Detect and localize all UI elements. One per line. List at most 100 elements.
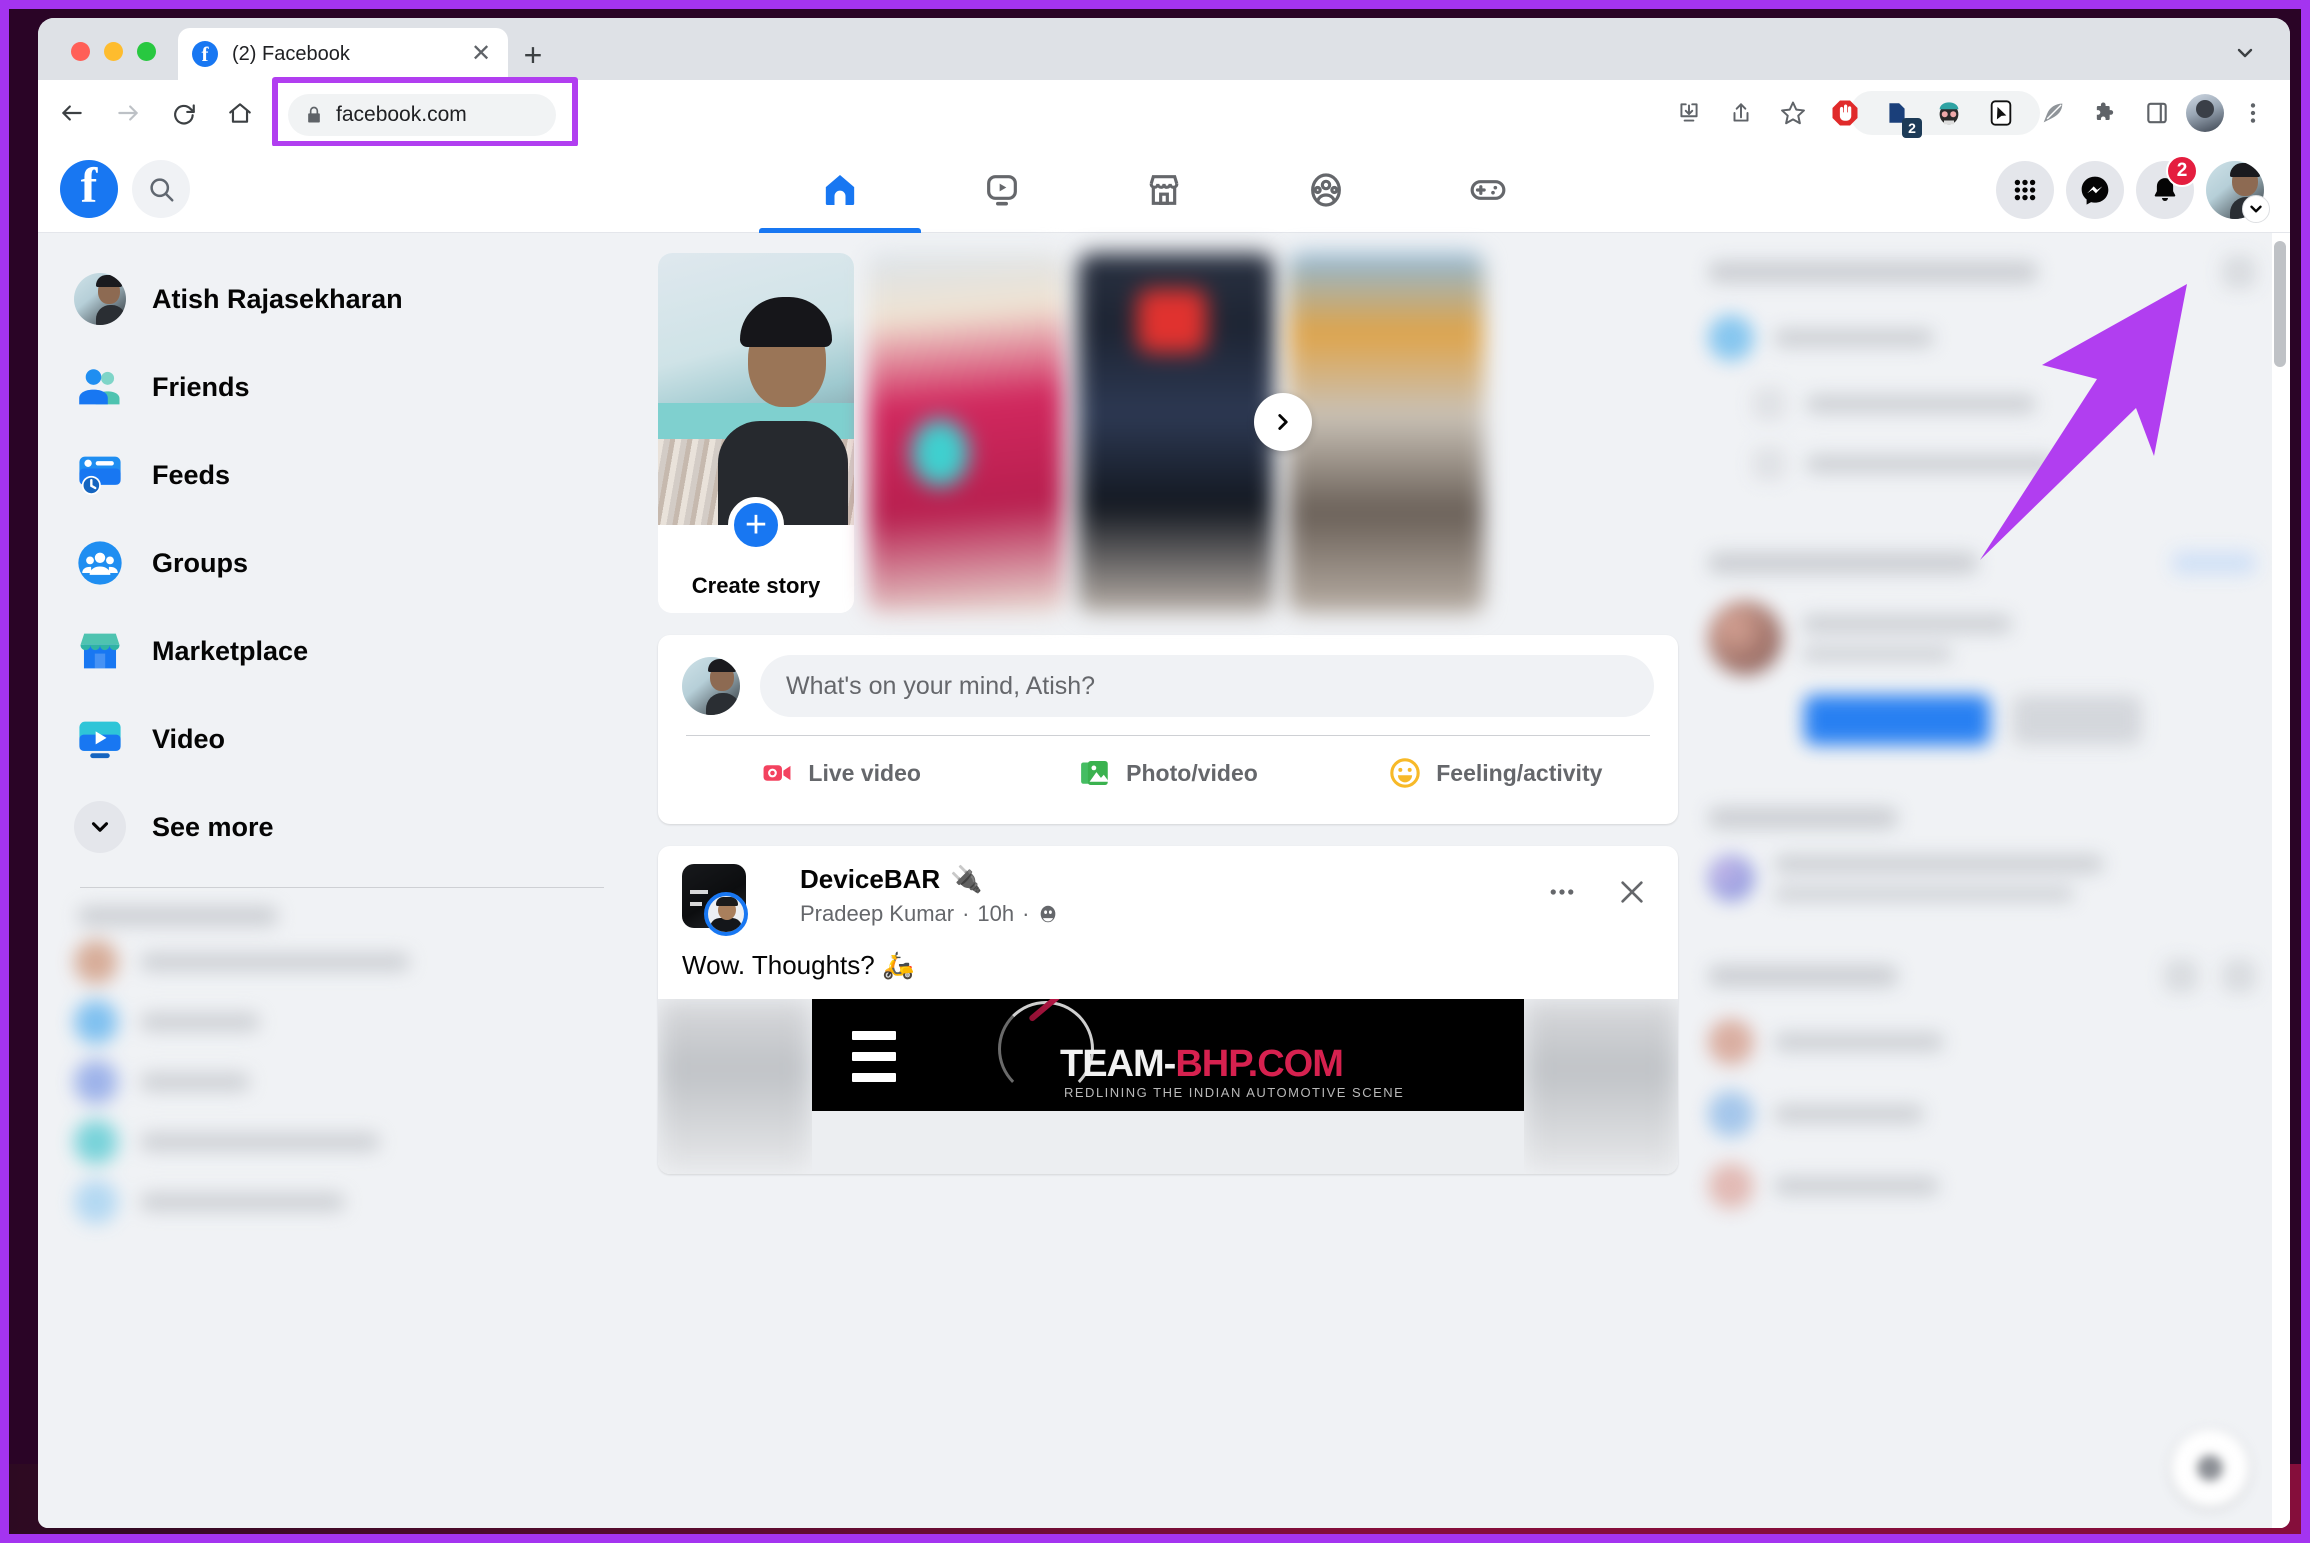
section-action-placeholder[interactable] [2222, 255, 2256, 289]
window-minimize-button[interactable] [104, 42, 123, 61]
search-icon[interactable] [132, 160, 190, 218]
tab-gaming[interactable] [1407, 146, 1569, 233]
messenger-icon[interactable] [2066, 160, 2124, 219]
list-item[interactable] [1708, 1019, 2256, 1065]
live-video-button[interactable]: Live video [682, 743, 999, 803]
sidebar-item-profile[interactable]: Atish Rajasekharan [74, 255, 610, 343]
tab-home[interactable] [759, 146, 921, 233]
chat-fab-icon[interactable] [2172, 1430, 2248, 1506]
close-icon[interactable]: ✕ [468, 41, 494, 67]
chrome-profile-avatar[interactable] [2186, 94, 2224, 132]
adblock-extension-icon[interactable] [1822, 90, 1868, 136]
notifications-bell-icon[interactable]: 2 [2136, 154, 2198, 219]
arrow-right-icon[interactable] [106, 91, 150, 135]
close-icon[interactable] [1606, 866, 1658, 918]
hamburger-menu-icon[interactable] [852, 1031, 896, 1094]
cursor-extension-icon[interactable] [1978, 90, 2024, 136]
tab-marketplace[interactable] [1083, 146, 1245, 233]
section-heading-placeholder [1708, 807, 1898, 829]
install-app-icon[interactable] [1666, 90, 1712, 136]
bookmark-star-icon[interactable] [1770, 90, 1816, 136]
feeling-activity-label: Feeling/activity [1436, 759, 1603, 786]
list-item[interactable] [1708, 1163, 2256, 1209]
story-card[interactable] [868, 253, 1064, 613]
feeds-icon [74, 449, 126, 501]
tab-video[interactable] [921, 146, 1083, 233]
feeling-activity-button[interactable]: Feeling/activity [1337, 743, 1654, 803]
list-item[interactable] [74, 992, 610, 1052]
post-media[interactable]: TEAM-BHP.COM REDLINING THE INDIAN AUTOMO… [658, 999, 1678, 1174]
list-item[interactable] [74, 1052, 610, 1112]
chevron-down-icon[interactable] [2230, 38, 2260, 68]
chrome-menu-icon[interactable] [2230, 90, 2276, 136]
sidebar-item-feeds[interactable]: Feeds [74, 431, 610, 519]
reload-icon[interactable] [162, 91, 206, 135]
side-panel-icon[interactable] [2134, 90, 2180, 136]
sidebar-item-see-more[interactable]: See more [74, 783, 610, 871]
tab-manager-extension-icon[interactable]: 2 [1874, 90, 1922, 138]
photo-video-icon [1081, 760, 1110, 786]
chevron-down-icon[interactable] [2242, 194, 2270, 223]
account-avatar-button[interactable] [2206, 160, 2270, 223]
story-card[interactable] [1288, 253, 1484, 613]
sidebar-shortcuts-blurred [74, 906, 610, 1232]
list-item[interactable] [1708, 855, 2256, 901]
public-globe-icon[interactable] [1037, 903, 1059, 925]
window-close-button[interactable] [71, 42, 90, 61]
chevron-right-icon[interactable] [1254, 393, 1312, 451]
post-timestamp[interactable]: 10h [977, 901, 1014, 927]
sidebar-item-friends[interactable]: Friends [74, 343, 610, 431]
left-sidebar: Atish Rajasekharan Friends Feeds Groups … [38, 233, 638, 1528]
list-item[interactable] [74, 1172, 610, 1232]
create-story-card[interactable]: Create story + [658, 253, 854, 613]
sidebar-item-video[interactable]: Video [74, 695, 610, 783]
delete-button-placeholder[interactable] [2012, 695, 2142, 745]
vertical-scrollbar[interactable] [2272, 233, 2290, 1528]
see-all-link-placeholder[interactable] [2172, 551, 2256, 575]
post-body: Wow. Thoughts? 🛵 [658, 928, 1678, 999]
browser-tab[interactable]: f (2) Facebook ✕ [178, 28, 508, 80]
extensions-puzzle-icon[interactable] [2082, 90, 2128, 136]
media-side-blur-right [1524, 999, 1678, 1174]
list-item[interactable] [74, 932, 610, 992]
confirm-button-placeholder[interactable] [1804, 695, 1990, 745]
sidebar-item-groups[interactable]: Groups [74, 519, 610, 607]
facebook-logo-icon[interactable]: f [60, 160, 118, 218]
browser-toolbar-actions: 2 [1666, 80, 2276, 146]
scrollbar-thumb[interactable] [2274, 241, 2286, 367]
photo-video-button[interactable]: Photo/video [1009, 743, 1326, 803]
list-item[interactable] [1708, 1091, 2256, 1137]
list-item[interactable] [1752, 447, 2256, 481]
address-bar[interactable]: facebook.com [288, 94, 556, 136]
home-icon[interactable] [218, 91, 262, 135]
extension-badge-count: 2 [1902, 118, 1922, 138]
search-placeholder[interactable] [2164, 959, 2198, 993]
list-item[interactable] [74, 1112, 610, 1172]
more-placeholder[interactable] [2222, 959, 2256, 993]
feather-extension-icon[interactable] [2030, 90, 2076, 136]
window-maximize-button[interactable] [137, 42, 156, 61]
post-page-name[interactable]: DeviceBAR [800, 864, 940, 895]
post-author-name[interactable]: Pradeep Kumar [800, 901, 954, 927]
tab-groups[interactable] [1245, 146, 1407, 233]
avatar-extension-icon[interactable] [1926, 90, 1972, 136]
plus-icon[interactable]: + [518, 39, 548, 71]
chevron-down-icon [74, 801, 126, 853]
profile-avatar[interactable] [682, 657, 740, 715]
sidebar-item-marketplace[interactable]: Marketplace [74, 607, 610, 695]
menu-grid-icon[interactable] [1996, 160, 2054, 219]
plus-icon[interactable]: + [728, 497, 784, 553]
feed-post: DeviceBAR 🔌 Pradeep Kumar · 10h · Wow. T… [658, 846, 1678, 1174]
arrow-left-icon[interactable] [50, 91, 94, 135]
list-item[interactable] [1708, 601, 2256, 675]
url-text: facebook.com [336, 103, 467, 126]
meta-separator: · [1022, 901, 1030, 926]
story-card[interactable] [1078, 253, 1274, 613]
post-input[interactable]: What's on your mind, Atish? [760, 655, 1654, 717]
list-item[interactable] [1708, 315, 2256, 361]
share-icon[interactable] [1718, 90, 1764, 136]
author-avatar[interactable] [704, 892, 748, 936]
list-item[interactable] [1752, 387, 2256, 421]
wordmark-white: TEAM- [1060, 1043, 1176, 1085]
ellipsis-icon[interactable] [1536, 866, 1588, 918]
